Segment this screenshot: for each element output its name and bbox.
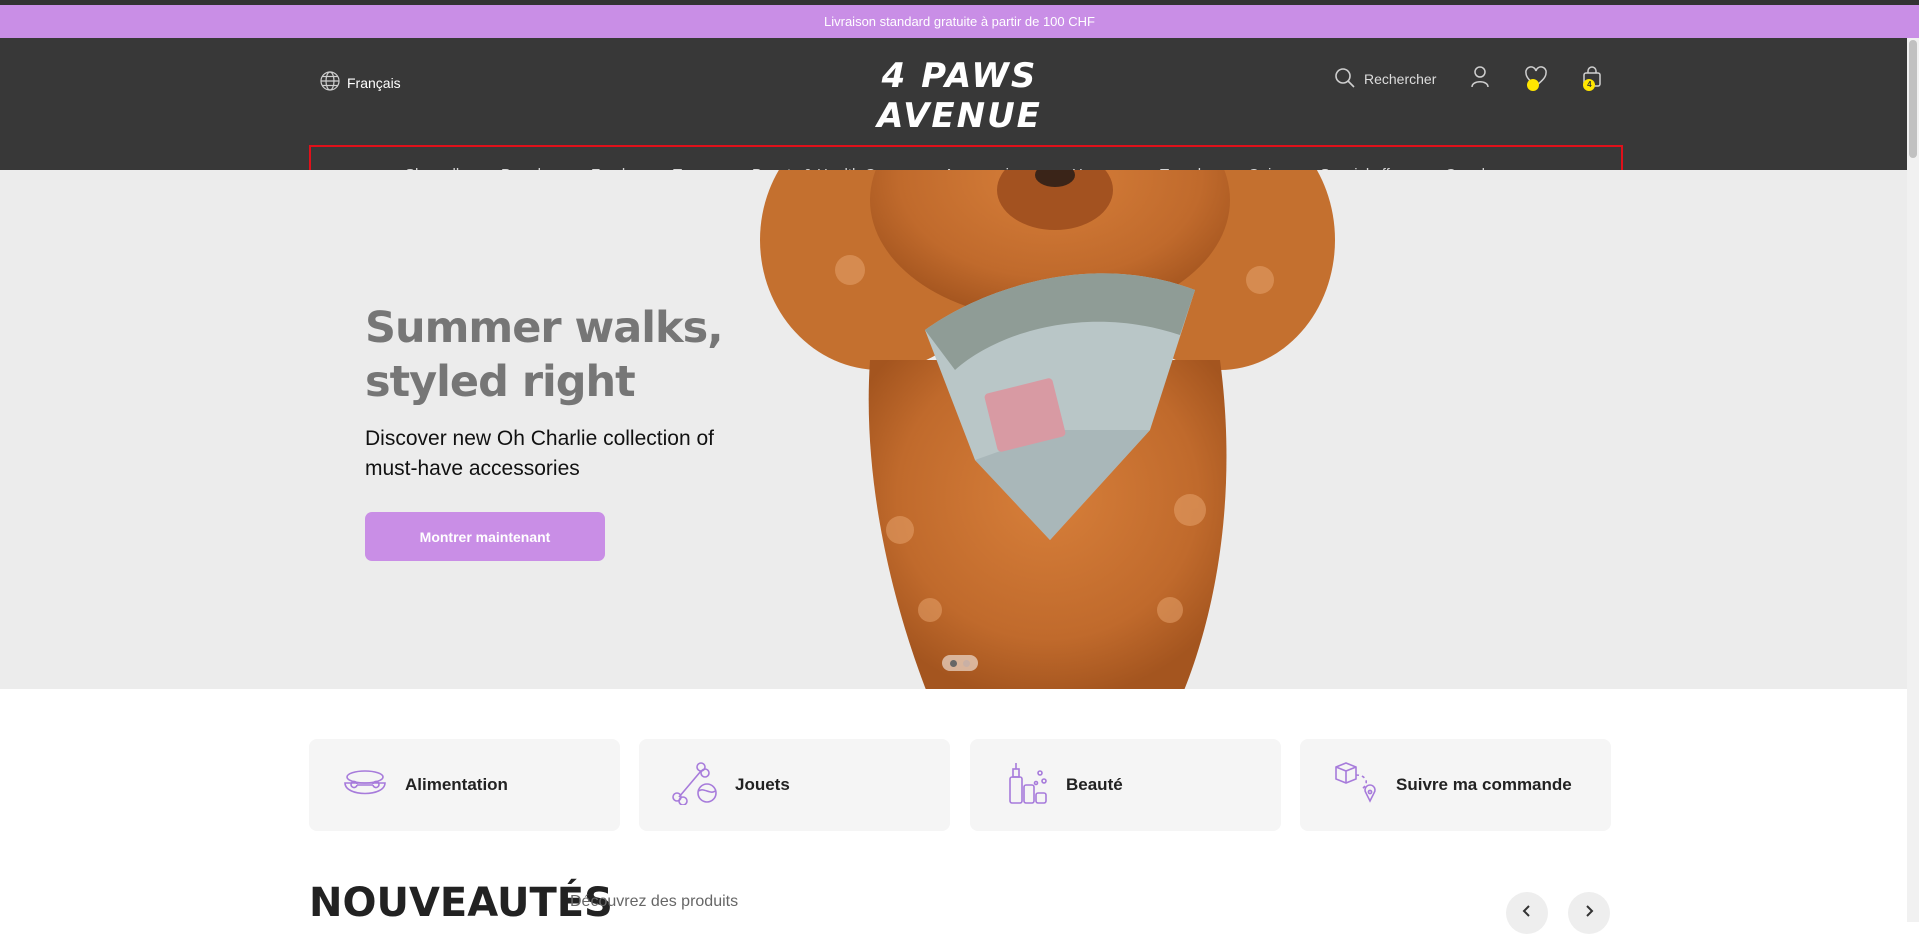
search-icon bbox=[1334, 67, 1356, 92]
bone-ball-icon bbox=[671, 761, 719, 810]
parcel-tracking-icon bbox=[1332, 759, 1380, 812]
search-label: Rechercher bbox=[1364, 71, 1437, 87]
header-tools: Rechercher 4 bbox=[1334, 65, 1634, 93]
dog-bandana-image bbox=[760, 170, 1335, 689]
hero-title-line-2: styled right bbox=[365, 357, 636, 407]
wishlist-button[interactable] bbox=[1522, 65, 1550, 93]
bowl-icon bbox=[341, 763, 389, 808]
account-button[interactable] bbox=[1466, 65, 1494, 93]
search-button[interactable]: Rechercher bbox=[1334, 67, 1436, 92]
shop-now-button[interactable]: Montrer maintenant bbox=[365, 512, 605, 561]
novelties-subtitle: Découvrez des produits bbox=[570, 893, 739, 910]
category-cards: Alimentation Jouets Beauté Suivre ma com… bbox=[309, 739, 1611, 831]
page-scrollbar[interactable] bbox=[1907, 38, 1919, 922]
carousel-dot-2[interactable] bbox=[963, 660, 970, 667]
category-label-beaute: Beauté bbox=[1066, 775, 1123, 794]
category-label-alimentation: Alimentation bbox=[405, 775, 508, 794]
hero-title: Summer walks, styled right bbox=[365, 301, 785, 409]
chevron-right-icon bbox=[1582, 904, 1596, 923]
site-logo[interactable]: 4 PAWS AVENUE bbox=[807, 56, 1112, 136]
cart-button[interactable]: 4 bbox=[1578, 65, 1606, 93]
scrollbar-thumb[interactable] bbox=[1909, 40, 1917, 158]
chevron-left-icon bbox=[1520, 904, 1534, 923]
language-label: Français bbox=[347, 74, 401, 91]
announcement-text: Livraison standard gratuite à partir de … bbox=[824, 14, 1095, 29]
bottles-icon bbox=[1002, 759, 1050, 812]
category-card-beaute[interactable]: Beauté bbox=[970, 739, 1281, 831]
category-label-suivre-commande: Suivre ma commande bbox=[1396, 775, 1572, 794]
language-selector[interactable]: Français bbox=[319, 70, 401, 95]
carousel-dots bbox=[942, 655, 978, 671]
carousel-prev-button[interactable] bbox=[1506, 892, 1548, 934]
user-icon bbox=[1470, 65, 1490, 93]
carousel-dot-1[interactable] bbox=[950, 660, 957, 667]
hero-banner: Summer walks, styled right Discover new … bbox=[0, 170, 1907, 689]
category-card-jouets[interactable]: Jouets bbox=[639, 739, 950, 831]
globe-icon bbox=[319, 70, 341, 95]
announcement-bar: Livraison standard gratuite à partir de … bbox=[0, 5, 1919, 38]
hero-title-line-1: Summer walks, bbox=[365, 303, 724, 353]
site-header: Français 4 PAWS AVENUE Rechercher 4 bbox=[0, 38, 1919, 205]
category-card-alimentation[interactable]: Alimentation bbox=[309, 739, 620, 831]
category-label-jouets: Jouets bbox=[735, 775, 790, 794]
category-card-suivre-commande[interactable]: Suivre ma commande bbox=[1300, 739, 1611, 831]
novelties-title: NOUVEAUTÉS bbox=[309, 880, 613, 926]
hero-subtitle: Discover new Oh Charlie collection of mu… bbox=[365, 427, 714, 480]
carousel-next-button[interactable] bbox=[1568, 892, 1610, 934]
